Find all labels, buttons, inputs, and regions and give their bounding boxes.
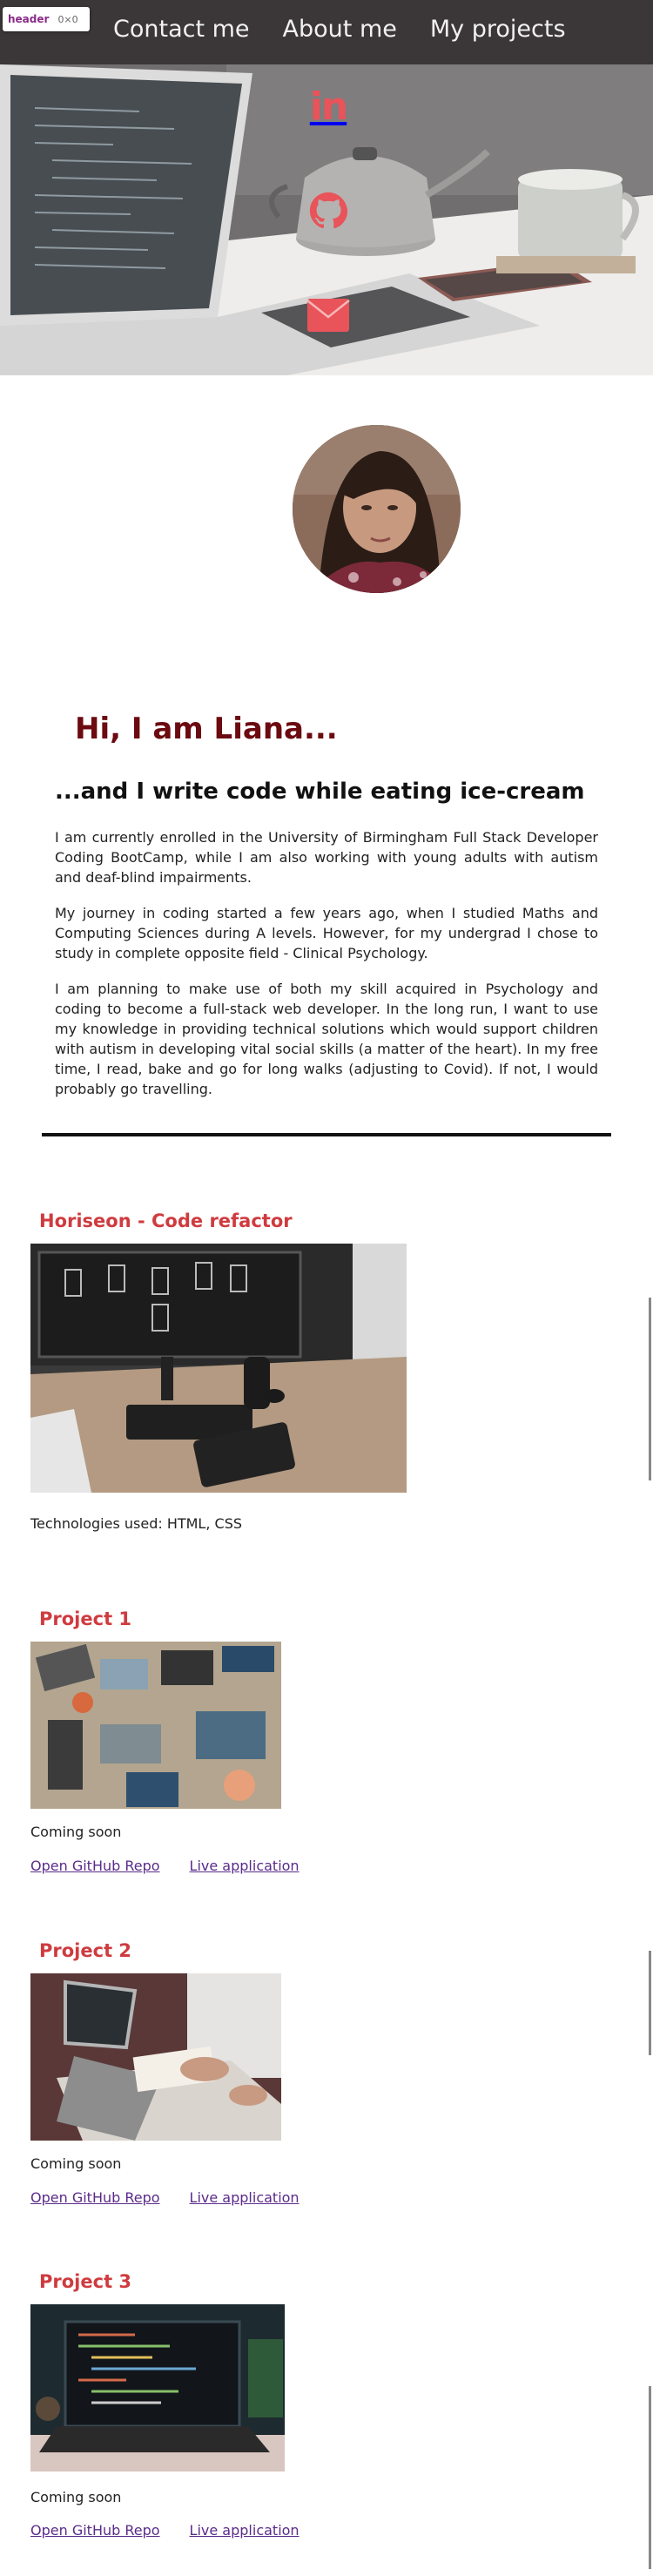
project-image-2: [30, 1973, 281, 2141]
project-links: Open GitHub Repo Live application: [30, 1858, 300, 1874]
desk-setup-image: [30, 1244, 407, 1493]
site-header: header 0×0 Contact me About me My projec…: [0, 0, 653, 64]
linkedin-icon: in: [309, 84, 348, 129]
github-repo-link[interactable]: Open GitHub Repo: [30, 2189, 160, 2206]
github-repo-link[interactable]: Open GitHub Repo: [30, 1858, 160, 1874]
github-icon: [309, 192, 347, 229]
project-image-horiseon: [30, 1244, 407, 1493]
profile-photo: [293, 425, 461, 593]
project-description: Coming soon: [30, 2489, 122, 2505]
section-divider: [42, 1133, 611, 1136]
project-title: Project 2: [39, 1940, 132, 1961]
about-paragraph: I am planning to make use of both my ski…: [55, 981, 598, 1097]
envelope-icon: [306, 299, 350, 332]
project-image-3: [30, 2304, 285, 2471]
nav-my-projects[interactable]: My projects: [430, 16, 566, 43]
live-application-link[interactable]: Live application: [190, 2522, 300, 2539]
devtools-tag-dims: 0×0: [57, 13, 78, 25]
project-title: Project 3: [39, 2271, 132, 2292]
live-application-link[interactable]: Live application: [190, 2189, 300, 2206]
main-nav: Contact me About me My projects: [113, 16, 566, 43]
project-links: Open GitHub Repo Live application: [30, 2522, 300, 2539]
hero-banner: in: [0, 64, 653, 375]
linkedin-link[interactable]: in: [298, 82, 359, 131]
scrollbar-track[interactable]: [649, 1951, 651, 2055]
tagline-heading: ...and I write code while eating ice-cre…: [55, 779, 585, 805]
about-text: I am currently enrolled in the Universit…: [55, 827, 598, 1115]
github-link[interactable]: [298, 186, 359, 235]
laptop-notes-image: [30, 1973, 281, 2141]
code-laptop-image: [30, 2304, 285, 2471]
about-paragraph: I am currently enrolled in the Universit…: [55, 829, 598, 886]
project-title: Project 1: [39, 1608, 132, 1629]
scrollbar-track[interactable]: [649, 1298, 651, 1480]
scrollbar-track[interactable]: [649, 2386, 651, 2569]
github-repo-link[interactable]: Open GitHub Repo: [30, 2522, 160, 2539]
about-paragraph: My journey in coding started a few years…: [55, 905, 598, 961]
nav-contact-me[interactable]: Contact me: [113, 16, 250, 43]
project-title: Horiseon - Code refactor: [39, 1210, 293, 1231]
devtools-element-tag: header 0×0: [3, 7, 90, 31]
greeting-heading: Hi, I am Liana...: [75, 711, 338, 746]
nav-about-me[interactable]: About me: [283, 16, 397, 43]
profile-photo-image: [293, 425, 461, 593]
devtools-tag-name: header: [8, 13, 50, 25]
project-image-1: [30, 1642, 281, 1809]
live-application-link[interactable]: Live application: [190, 1858, 300, 1874]
project-description: Technologies used: HTML, CSS: [30, 1515, 242, 1532]
email-link[interactable]: [298, 291, 359, 340]
project-links: Open GitHub Repo Live application: [30, 2189, 300, 2206]
project-description: Coming soon: [30, 2155, 122, 2172]
team-laptops-image: [30, 1642, 281, 1809]
project-description: Coming soon: [30, 1824, 122, 1840]
